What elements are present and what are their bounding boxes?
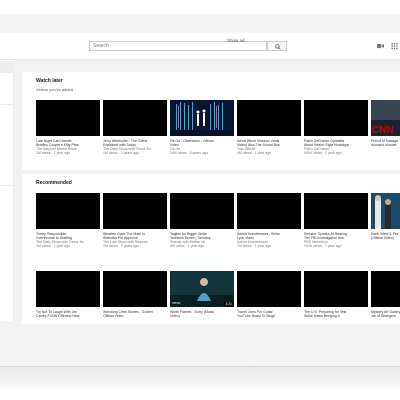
video-meta: Admin Homebrewer - Strike Lyric Video Admi… — [237, 232, 280, 248]
apps-grid-icon[interactable] — [391, 43, 398, 49]
video-thumbnail[interactable]: CNN — [371, 100, 400, 136]
video-meta: Senator, Speaks At Hearing The FBI Invest… — [304, 232, 347, 248]
video-meta: Friend of hostage accused shooter — [371, 139, 399, 147]
video-thumbnail[interactable] — [103, 271, 167, 307]
sidebar-divider — [0, 104, 14, 105]
video-meta: Earth Wind & Fire (Official Video) — [371, 232, 399, 240]
video-meta: Travel Lines For Guitar YouTube Boast To … — [237, 310, 276, 318]
band-thumbnail-art — [371, 193, 400, 229]
svg-text:vevo: vevo — [172, 300, 181, 305]
ok-go-thumbnail-art — [170, 100, 234, 136]
search-button[interactable] — [267, 41, 287, 51]
search-icon — [275, 44, 281, 50]
svg-text:CNN: CNN — [372, 125, 394, 136]
video-thumbnail[interactable]: vevo 3:21 — [170, 271, 234, 307]
recommended-title: Recommended — [36, 180, 72, 186]
video-duration: 3:21 — [224, 302, 233, 306]
video-thumbnail[interactable] — [36, 271, 100, 307]
video-thumbnail[interactable] — [103, 193, 167, 229]
video-thumbnail[interactable] — [371, 271, 400, 307]
video-thumbnail[interactable] — [304, 193, 368, 229]
masthead — [0, 33, 400, 60]
video-thumbnail[interactable] — [36, 193, 100, 229]
video-meta: Africa (Birch Shadow Vocal Video) Also Th… — [237, 139, 280, 155]
show-ad-link[interactable]: Show ad — [227, 38, 245, 43]
video-thumbnail[interactable] — [237, 193, 301, 229]
sidebar — [0, 60, 14, 321]
video-thumbnail[interactable] — [170, 193, 234, 229]
video-meta: The U.S. Preparing for Test Strike Dawn B… — [304, 310, 347, 318]
video-meta: Mystery Art Gallery andJar of Strangers — [371, 310, 400, 318]
video-meta: Pablo DeFranco Opinates About Resort Styl… — [304, 139, 349, 155]
video-meta: Tagline for Bigger Smile Techless Series … — [170, 232, 211, 248]
video-thumbnail[interactable] — [371, 193, 400, 229]
video-thumbnail[interactable] — [304, 271, 368, 307]
sidebar-divider — [0, 185, 14, 186]
video-meta: Jerry Websurfer - The Game Explained with… — [103, 139, 152, 155]
watch-later-subtitle: Videos you've added — [36, 87, 73, 92]
video-meta: Weather Gave The Math to Statistics For A… — [103, 232, 148, 248]
video-meta: Wrecking Crew Stones - Golden Official Vi… — [103, 310, 153, 318]
video-thumbnail[interactable] — [170, 100, 234, 136]
video-meta: Trump Responsible Overthrowal to Drafting… — [36, 232, 85, 248]
video-meta: Late Night Cart Handle Bradley Cooper's K… — [36, 139, 79, 155]
laptop-base — [0, 366, 400, 388]
video-camera-icon[interactable] — [377, 43, 384, 49]
video-thumbnail[interactable] — [237, 100, 301, 136]
video-meta: Ok Go - Obsession - Official Video Ok Go 10… — [170, 139, 214, 155]
video-thumbnail[interactable] — [237, 271, 301, 307]
video-thumbnail[interactable] — [36, 100, 100, 136]
watch-later-title[interactable]: Watch later — [36, 78, 63, 84]
video-meta: Try Not To Laugh With Jim Carrey FUNNY Be… — [36, 310, 80, 318]
sidebar-item-selected[interactable] — [0, 61, 14, 73]
cnn-thumbnail-art: CNN — [371, 100, 400, 136]
video-thumbnail[interactable] — [103, 100, 167, 136]
video-meta: White Flames - Sorry (Music Video) — [170, 310, 215, 318]
video-thumbnail[interactable] — [304, 100, 368, 136]
